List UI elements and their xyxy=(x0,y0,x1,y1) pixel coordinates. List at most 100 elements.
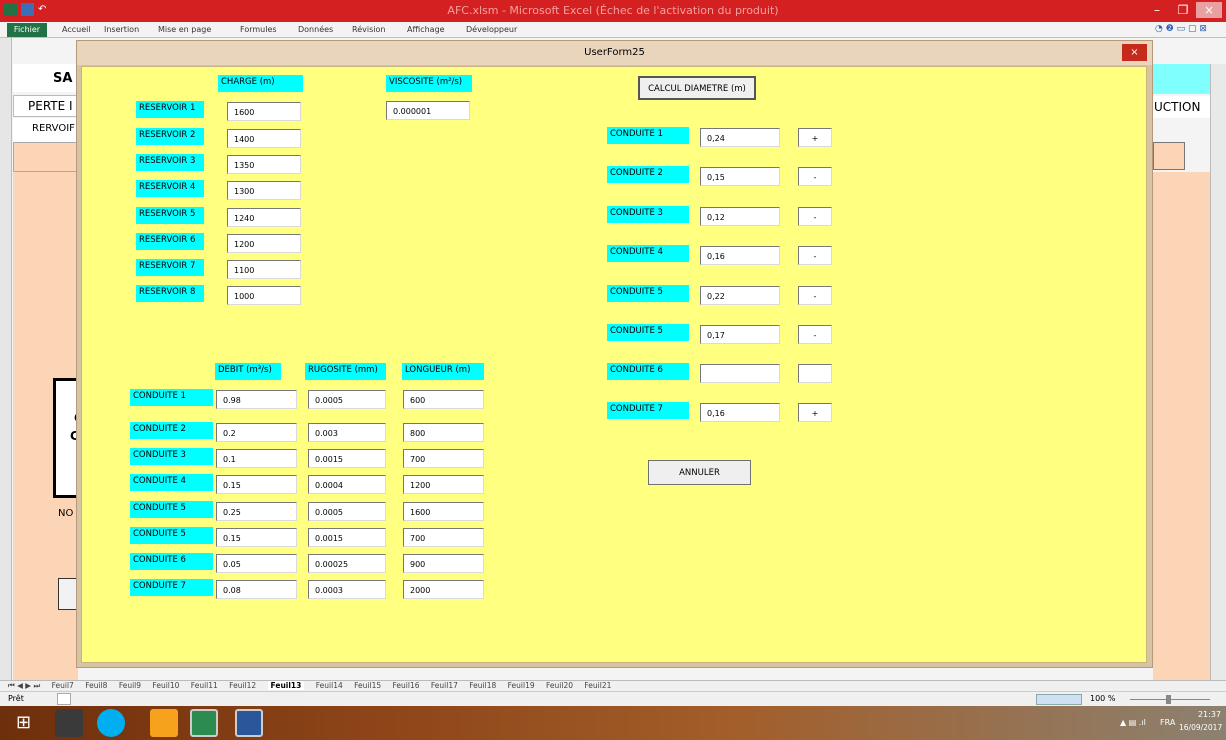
tab-fichier[interactable]: Fichier xyxy=(7,23,47,37)
charge-field[interactable]: 1350 xyxy=(227,155,301,174)
longueur-field[interactable]: 700 xyxy=(403,528,484,547)
annuler-button[interactable]: ANNULER xyxy=(648,460,751,485)
sign-field[interactable]: - xyxy=(798,286,832,305)
tab-donnees[interactable]: Données xyxy=(298,25,333,34)
sheet-tab-active[interactable]: Feuil13 xyxy=(267,681,305,690)
diametre-field[interactable]: 0,16 xyxy=(700,403,780,422)
help-icon[interactable]: ◔ ❷ ▭ ▢ ⊠ xyxy=(1155,24,1207,34)
zoom-slider-thumb[interactable] xyxy=(1166,695,1171,704)
sheet-tab[interactable]: Feuil8 xyxy=(85,681,107,690)
sign-field[interactable] xyxy=(798,364,832,383)
rugosite-field[interactable]: 0.0015 xyxy=(308,528,386,547)
result-conduite-label: CONDUITE 6 xyxy=(607,363,689,380)
debit-header: DEBIT (m³/s) xyxy=(215,363,281,380)
debit-field[interactable]: 0.08 xyxy=(216,580,297,599)
sheet-tab[interactable]: Feuil19 xyxy=(508,681,535,690)
longueur-field[interactable]: 600 xyxy=(403,390,484,409)
rugosite-field[interactable]: 0.0003 xyxy=(308,580,386,599)
sheet-tab[interactable]: Feuil10 xyxy=(152,681,179,690)
clock-date[interactable]: 16/09/2017 xyxy=(1179,723,1222,732)
debit-field[interactable]: 0.98 xyxy=(216,390,297,409)
sheet-tab[interactable]: Feuil18 xyxy=(469,681,496,690)
debit-field[interactable]: 0.1 xyxy=(216,449,297,468)
diametre-field[interactable]: 0,24 xyxy=(700,128,780,147)
sheet-tab[interactable]: Feuil21 xyxy=(584,681,611,690)
sheet-nav-arrows[interactable]: ⏮ ◀ ▶ ⏭ xyxy=(8,681,40,691)
clock-time[interactable]: 21:37 xyxy=(1189,710,1221,719)
debit-field[interactable]: 0.2 xyxy=(216,423,297,442)
charge-field[interactable]: 1200 xyxy=(227,234,301,253)
tab-affichage[interactable]: Affichage xyxy=(407,25,445,34)
sheet-tab[interactable]: Feuil12 xyxy=(229,681,256,690)
tab-formules[interactable]: Formules xyxy=(240,25,277,34)
language-indicator[interactable]: FRA xyxy=(1160,718,1175,727)
media-icon[interactable] xyxy=(150,709,178,737)
sheet-tab[interactable]: Feuil17 xyxy=(431,681,458,690)
diametre-field[interactable]: 0,15 xyxy=(700,167,780,186)
diametre-field[interactable]: 0,16 xyxy=(700,246,780,265)
sign-field[interactable]: + xyxy=(798,128,832,147)
sign-field[interactable]: - xyxy=(798,167,832,186)
rugosite-field[interactable]: 0.0005 xyxy=(308,502,386,521)
excel-taskbar-icon[interactable] xyxy=(190,709,218,737)
sheet-tab[interactable]: Feuil15 xyxy=(354,681,381,690)
charge-field[interactable]: 1100 xyxy=(227,260,301,279)
sheet-tab[interactable]: Feuil11 xyxy=(191,681,218,690)
rugosite-field[interactable]: 0.0005 xyxy=(308,390,386,409)
rugosite-field[interactable]: 0.0004 xyxy=(308,475,386,494)
sign-field[interactable]: - xyxy=(798,207,832,226)
tab-mise-en-page[interactable]: Mise en page xyxy=(158,25,211,34)
close-window-button[interactable]: × xyxy=(1196,2,1222,18)
longueur-field[interactable]: 1200 xyxy=(403,475,484,494)
charge-header: CHARGE (m) xyxy=(218,75,303,92)
tab-revision[interactable]: Révision xyxy=(352,25,385,34)
tab-insertion[interactable]: Insertion xyxy=(104,25,139,34)
userform-close-button[interactable]: × xyxy=(1122,44,1147,61)
sheet-tab[interactable]: Feuil14 xyxy=(316,681,343,690)
debit-field[interactable]: 0.15 xyxy=(216,528,297,547)
calcul-diametre-button[interactable]: CALCUL DIAMETRE (m) xyxy=(638,76,756,100)
rugosite-field[interactable]: 0.00025 xyxy=(308,554,386,573)
network-icon[interactable]: ▲ ▤ .ıl xyxy=(1120,718,1146,727)
sheet-tab[interactable]: Feuil20 xyxy=(546,681,573,690)
debit-field[interactable]: 0.15 xyxy=(216,475,297,494)
result-conduite-label: CONDUITE 3 xyxy=(607,206,689,223)
debit-field[interactable]: 0.25 xyxy=(216,502,297,521)
longueur-field[interactable]: 700 xyxy=(403,449,484,468)
store-icon[interactable] xyxy=(55,709,83,737)
longueur-field[interactable]: 900 xyxy=(403,554,484,573)
sheet-tab[interactable]: Feuil9 xyxy=(119,681,141,690)
longueur-field[interactable]: 800 xyxy=(403,423,484,442)
longueur-field[interactable]: 1600 xyxy=(403,502,484,521)
diametre-field[interactable]: 0,12 xyxy=(700,207,780,226)
word-taskbar-icon[interactable] xyxy=(235,709,263,737)
vertical-scrollbar[interactable] xyxy=(1210,64,1226,680)
charge-field[interactable]: 1240 xyxy=(227,208,301,227)
viscosite-field[interactable]: 0.000001 xyxy=(386,101,470,120)
sign-field[interactable]: + xyxy=(798,403,832,422)
charge-field[interactable]: 1600 xyxy=(227,102,301,121)
sheet-tab[interactable]: Feuil16 xyxy=(393,681,420,690)
charge-field[interactable]: 1300 xyxy=(227,181,301,200)
skype-icon[interactable] xyxy=(97,709,125,737)
charge-field[interactable]: 1000 xyxy=(227,286,301,305)
diametre-field[interactable]: 0,17 xyxy=(700,325,780,344)
excel-title-bar: ↶ AFC.xlsm - Microsoft Excel (Échec de l… xyxy=(0,0,1226,22)
sign-field[interactable]: - xyxy=(798,325,832,344)
rugosite-field[interactable]: 0.003 xyxy=(308,423,386,442)
debit-field[interactable]: 0.05 xyxy=(216,554,297,573)
longueur-field[interactable]: 2000 xyxy=(403,580,484,599)
sheet-tab[interactable]: Feuil7 xyxy=(52,681,74,690)
minimize-button[interactable]: – xyxy=(1144,2,1170,18)
diametre-field[interactable]: 0,22 xyxy=(700,286,780,305)
tab-developpeur[interactable]: Développeur xyxy=(466,25,517,34)
restore-button[interactable]: ❐ xyxy=(1170,2,1196,18)
windows-start-icon[interactable]: ⊞ xyxy=(16,712,38,734)
charge-field[interactable]: 1400 xyxy=(227,129,301,148)
diametre-field[interactable] xyxy=(700,364,780,383)
sign-field[interactable]: - xyxy=(798,246,832,265)
macro-record-icon[interactable] xyxy=(57,693,71,705)
rugosite-field[interactable]: 0.0015 xyxy=(308,449,386,468)
view-buttons[interactable] xyxy=(1036,694,1082,705)
tab-accueil[interactable]: Accueil xyxy=(62,25,91,34)
